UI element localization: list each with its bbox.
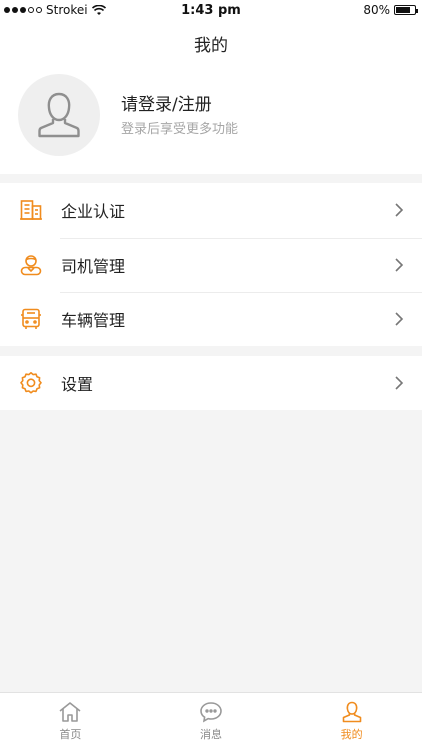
tab-home[interactable]: 首页 xyxy=(0,693,141,750)
battery-icon xyxy=(394,5,418,15)
status-bar: Strokei 1:43 pm 80% xyxy=(0,0,422,22)
gear-icon xyxy=(18,370,44,396)
chevron-right-icon xyxy=(395,312,404,326)
bus-icon xyxy=(18,306,44,332)
chevron-right-icon xyxy=(395,376,404,390)
home-icon xyxy=(59,702,81,722)
menu-item-enterprise-certification[interactable]: 企业认证 xyxy=(0,183,422,238)
user-icon xyxy=(342,701,361,723)
tab-mine[interactable]: 我的 xyxy=(281,693,422,750)
menu-item-label: 车辆管理 xyxy=(61,311,126,331)
menu-item-driver-management[interactable]: 司机管理 xyxy=(0,237,422,293)
battery-fill xyxy=(396,7,411,13)
login-profile-card[interactable]: 请登录/注册 登录后享受更多功能 xyxy=(0,70,422,174)
status-right: 80% xyxy=(363,3,418,17)
login-register-link[interactable]: 请登录/注册 xyxy=(121,90,212,115)
tab-messages[interactable]: 消息 xyxy=(141,693,282,750)
management-menu: 企业认证 司机管理 车辆管理 xyxy=(0,183,422,346)
menu-item-label: 企业认证 xyxy=(61,202,126,222)
tab-bar: 首页 消息 我的 xyxy=(0,692,422,750)
login-hint: 登录后享受更多功能 xyxy=(121,122,239,137)
battery-percent: 80% xyxy=(363,3,390,17)
chevron-right-icon xyxy=(395,258,404,272)
tab-label: 我的 xyxy=(340,728,363,741)
chevron-right-icon xyxy=(395,203,404,217)
user-placeholder-icon xyxy=(38,92,80,138)
tab-label: 消息 xyxy=(200,728,222,741)
message-icon xyxy=(200,702,222,723)
menu-item-vehicle-management[interactable]: 车辆管理 xyxy=(0,292,422,347)
settings-menu: 设置 xyxy=(0,356,422,410)
page-title: 我的 xyxy=(0,22,422,70)
menu-item-label: 设置 xyxy=(61,375,94,395)
tab-label: 首页 xyxy=(59,728,82,741)
menu-item-settings[interactable]: 设置 xyxy=(0,356,422,411)
avatar[interactable] xyxy=(18,74,100,156)
building-icon xyxy=(18,197,44,223)
status-time: 1:43 pm xyxy=(181,3,241,18)
menu-item-label: 司机管理 xyxy=(61,256,126,276)
driver-icon xyxy=(18,252,44,278)
